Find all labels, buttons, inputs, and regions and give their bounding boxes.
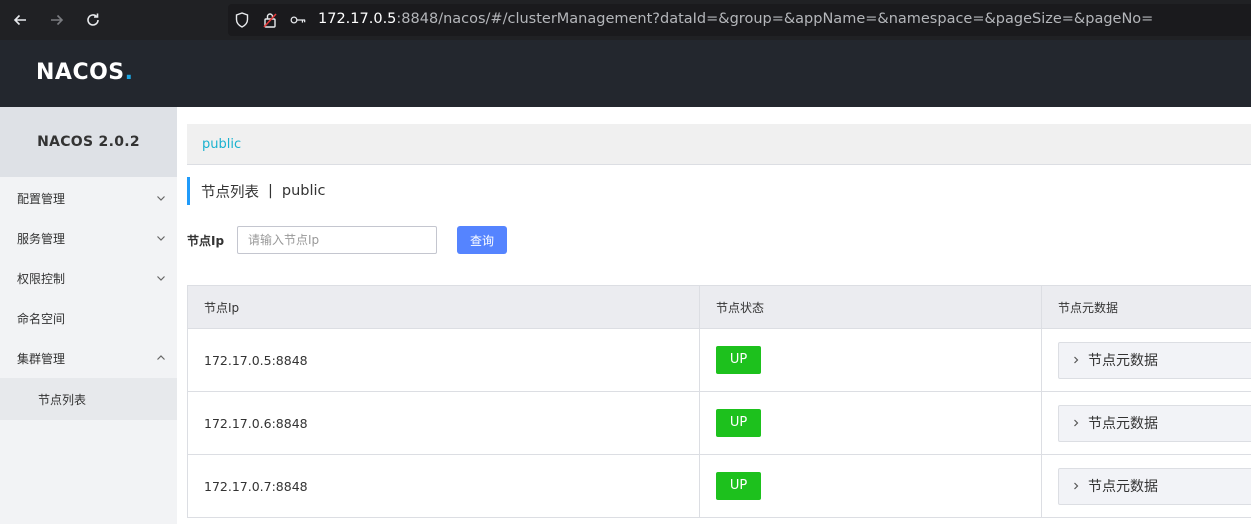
nacos-logo[interactable]: NACOS. — [36, 60, 134, 85]
node-ip-cell: 172.17.0.7:8848 — [187, 454, 700, 518]
node-metadata-cell: 节点元数据 — [1041, 391, 1251, 455]
sidebar-item-label: 配置管理 — [17, 191, 66, 206]
main-content: public 节点列表 | public 节点Ip 查询 节点Ip 节点状态 节… — [187, 124, 1251, 524]
sidebar-item-label: 权限控制 — [17, 271, 66, 286]
lock-icon[interactable] — [262, 12, 278, 28]
query-button[interactable]: 查询 — [457, 226, 507, 254]
node-table: 节点Ip 节点状态 节点元数据 172.17.0.5:8848 UP 节点元数据… — [187, 285, 1251, 518]
column-header-status: 节点状态 — [699, 285, 1042, 329]
reload-icon[interactable] — [81, 8, 105, 32]
key-icon[interactable] — [290, 12, 306, 28]
status-badge: UP — [716, 346, 761, 374]
column-header-metadata: 节点元数据 — [1041, 285, 1251, 329]
forward-arrow-icon[interactable] — [45, 8, 69, 32]
sidebar-menu: 配置管理 服务管理 权限控制 命名空间 集群管理 节点列表 — [0, 178, 177, 420]
chevron-right-icon — [1074, 482, 1079, 490]
metadata-label: 节点元数据 — [1088, 479, 1158, 495]
node-ip-cell: 172.17.0.6:8848 — [187, 391, 700, 455]
url-path: :8848/nacos/#/clusterManagement?dataId=&… — [396, 11, 1154, 27]
column-header-ip: 节点Ip — [187, 285, 700, 329]
sidebar-subitem-node-list[interactable]: 节点列表 — [0, 378, 177, 420]
logo-text-a: NAC — [36, 60, 90, 85]
chevron-right-icon — [1074, 419, 1079, 427]
sidebar-item-auth[interactable]: 权限控制 — [0, 258, 177, 298]
logo-text-o: O — [89, 60, 109, 85]
sidebar: NACOS 2.0.2 配置管理 服务管理 权限控制 命名空间 集群管理 节点列… — [0, 107, 177, 524]
metadata-expand-button[interactable]: 节点元数据 — [1058, 404, 1251, 442]
sidebar-item-label: 命名空间 — [17, 311, 66, 326]
sidebar-subitem-label: 节点列表 — [38, 392, 87, 407]
app-header: NACOS. — [0, 40, 1251, 107]
page-title-separator: | — [268, 183, 273, 199]
product-version: NACOS 2.0.2 — [0, 107, 177, 177]
shield-icon[interactable] — [234, 12, 250, 28]
table-row: 172.17.0.7:8848 UP 节点元数据 — [187, 454, 1251, 518]
sidebar-item-cluster[interactable]: 集群管理 — [0, 338, 177, 378]
chevron-up-icon — [157, 355, 165, 360]
table-row: 172.17.0.5:8848 UP 节点元数据 — [187, 328, 1251, 392]
page-title-text: 节点列表 — [201, 184, 259, 201]
page-title: 节点列表 | public — [187, 177, 326, 205]
chevron-down-icon — [157, 196, 165, 201]
node-metadata-cell: 节点元数据 — [1041, 328, 1251, 392]
metadata-label: 节点元数据 — [1088, 353, 1158, 369]
sidebar-item-label: 集群管理 — [17, 351, 66, 366]
chevron-right-icon — [1074, 356, 1079, 364]
node-ip-cell: 172.17.0.5:8848 — [187, 328, 700, 392]
chevron-down-icon — [157, 276, 165, 281]
url-text[interactable]: 172.17.0.5:8848/nacos/#/clusterManagemen… — [318, 11, 1153, 27]
sidebar-item-namespace[interactable]: 命名空间 — [0, 298, 177, 338]
node-status-cell: UP — [699, 328, 1042, 392]
node-status-cell: UP — [699, 454, 1042, 518]
page-title-namespace: public — [281, 183, 326, 199]
logo-dot: . — [124, 60, 134, 85]
status-badge: UP — [716, 409, 761, 437]
table-header-row: 节点Ip 节点状态 节点元数据 — [187, 285, 1251, 329]
namespace-bar: public — [187, 124, 1251, 165]
status-badge: UP — [716, 472, 761, 500]
namespace-link[interactable]: public — [202, 137, 241, 152]
node-metadata-cell: 节点元数据 — [1041, 454, 1251, 518]
metadata-label: 节点元数据 — [1088, 416, 1158, 432]
back-arrow-icon[interactable] — [8, 8, 32, 32]
browser-toolbar: 172.17.0.5:8848/nacos/#/clusterManagemen… — [0, 0, 1251, 40]
sidebar-item-config[interactable]: 配置管理 — [0, 178, 177, 218]
metadata-expand-button[interactable]: 节点元数据 — [1058, 467, 1251, 505]
search-label: 节点Ip — [187, 233, 225, 248]
url-host: 172.17.0.5 — [318, 11, 397, 27]
node-status-cell: UP — [699, 391, 1042, 455]
sidebar-item-service[interactable]: 服务管理 — [0, 218, 177, 258]
sidebar-item-label: 服务管理 — [17, 231, 66, 246]
chevron-down-icon — [157, 236, 165, 241]
address-bar[interactable]: 172.17.0.5:8848/nacos/#/clusterManagemen… — [228, 4, 1251, 36]
search-form: 节点Ip 查询 — [187, 226, 507, 254]
table-row: 172.17.0.6:8848 UP 节点元数据 — [187, 391, 1251, 455]
node-ip-input[interactable] — [237, 226, 437, 254]
metadata-expand-button[interactable]: 节点元数据 — [1058, 341, 1251, 379]
logo-text-b: S — [108, 60, 125, 85]
